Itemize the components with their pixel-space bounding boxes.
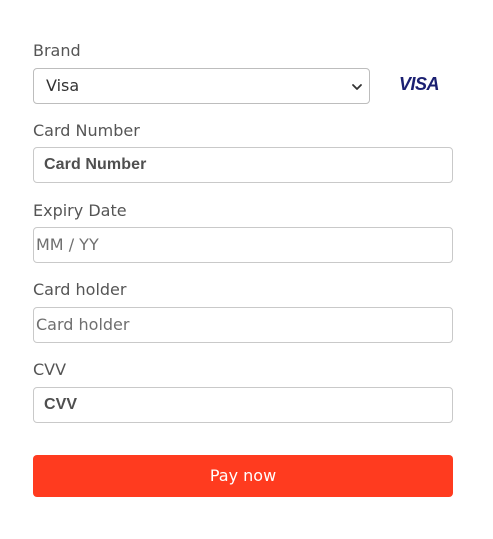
card-number-placeholder: Card Number [44,156,147,173]
cvv-field[interactable]: CVV [33,387,453,423]
brand-label: Brand [33,41,81,60]
visa-logo: VISA [399,74,440,94]
expiry-date-field[interactable]: MM / YY [33,227,453,263]
cvv-placeholder: CVV [44,396,78,413]
pay-now-button[interactable]: Pay now [33,455,453,497]
brand-select[interactable]: Visa [33,68,370,104]
card-holder-label: Card holder [33,280,127,299]
card-number-field[interactable]: Card Number [33,147,453,183]
card-holder-field[interactable]: Card holder [33,307,453,343]
chevron-down-icon [351,80,363,92]
card-holder-placeholder: Card holder [36,315,130,334]
cvv-label: CVV [33,360,67,379]
brand-select-value: Visa [46,76,80,95]
card-number-label: Card Number [33,121,140,140]
expiry-date-label: Expiry Date [33,201,127,220]
expiry-date-placeholder: MM / YY [36,235,99,254]
